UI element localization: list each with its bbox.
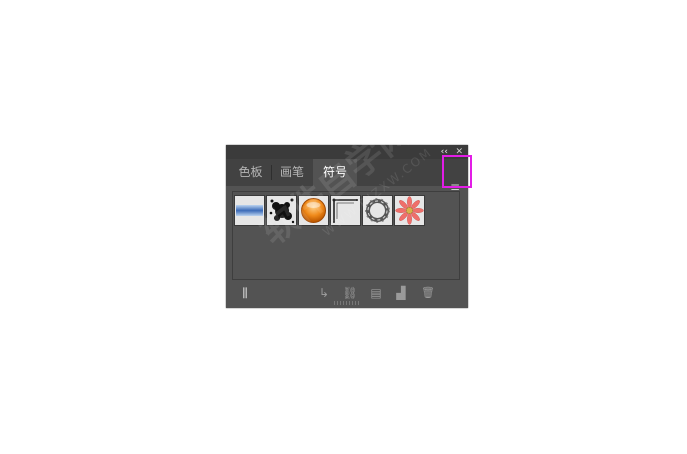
orange-button-symbol[interactable] <box>298 195 329 226</box>
symbol-options-icon[interactable]: ▤ <box>369 286 383 300</box>
pink-flower-symbol[interactable] <box>394 195 425 226</box>
delete-symbol-icon[interactable]: 🗑 <box>421 286 435 300</box>
place-symbol-instance-icon[interactable]: ↳ <box>317 286 331 300</box>
frame-corner-symbol[interactable] <box>330 195 361 226</box>
symbols-panel: ‹‹ ✕ 色板 画笔 符号 ≡ ⫼ ↳ ⛓ ▤ ▟ 🗑 <box>226 145 468 308</box>
tab-symbols[interactable]: 符号 <box>313 159 357 186</box>
orange-button-graphic <box>301 198 326 223</box>
ink-splatter-symbol[interactable] <box>266 195 297 226</box>
frame-corner-graphic <box>332 198 358 223</box>
menu-highlight-box <box>442 155 472 188</box>
blue-bar-graphic <box>236 205 263 216</box>
blue-bar-symbol[interactable] <box>234 195 265 226</box>
ribbon-wreath-symbol[interactable] <box>362 195 393 226</box>
ink-splatter-graphic <box>269 198 295 224</box>
break-link-icon[interactable]: ⛓ <box>342 286 358 300</box>
tab-brushes[interactable]: 画笔 <box>272 159 312 186</box>
ribbon-wreath-graphic <box>365 198 390 223</box>
new-symbol-icon[interactable]: ▟ <box>394 286 408 300</box>
symbol-library-icon[interactable]: ⫼ <box>236 286 254 300</box>
pink-flower-graphic <box>395 196 424 225</box>
panel-titlebar[interactable]: ‹‹ ✕ <box>226 145 468 159</box>
panel-tab-bar: 色板 画笔 符号 ≡ <box>226 159 468 194</box>
tab-swatches[interactable]: 色板 <box>232 159 269 186</box>
resize-grip[interactable] <box>334 301 360 305</box>
symbols-grid <box>232 191 460 280</box>
